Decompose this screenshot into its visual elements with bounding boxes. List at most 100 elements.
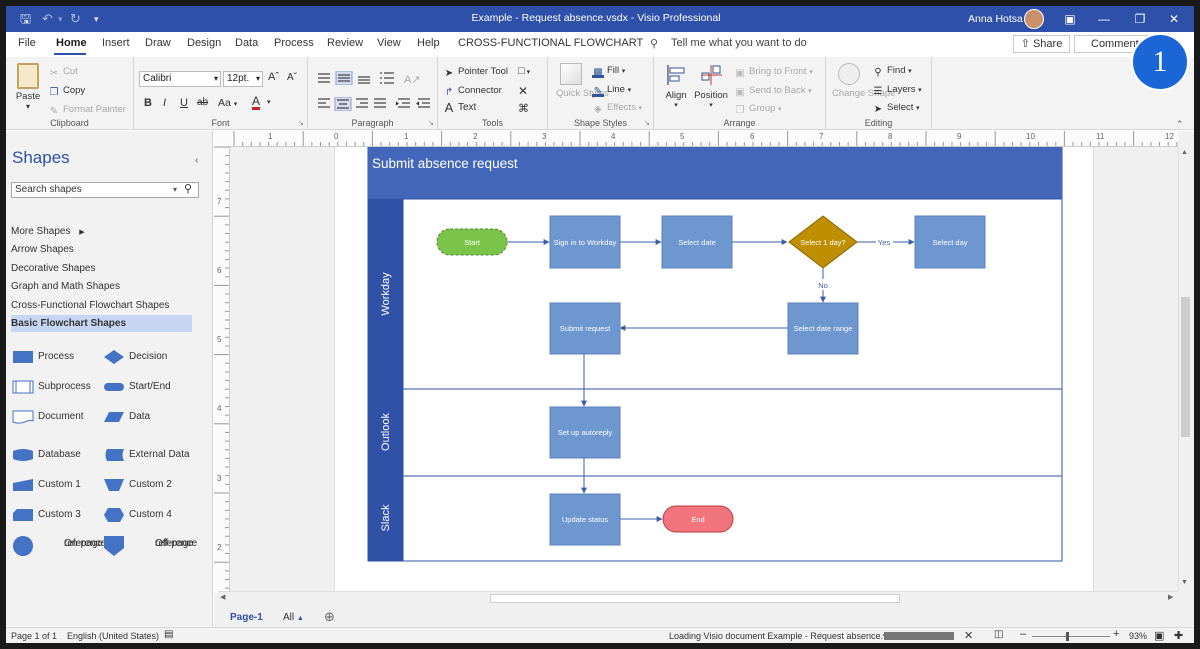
paste-button[interactable]: Paste ▾ (14, 63, 42, 117)
user-name[interactable]: Anna Hotsa (968, 13, 1023, 25)
group-button[interactable]: ❒ Group ▾ (734, 103, 782, 116)
avatar[interactable] (1024, 9, 1044, 29)
underline-button[interactable]: U (180, 97, 188, 109)
stencil-basic-flowchart-shapes[interactable]: Basic Flowchart Shapes (11, 315, 192, 332)
search-icon[interactable]: ⚲ (184, 182, 192, 196)
find-button[interactable]: ⚲ Find ▾ (872, 65, 911, 78)
tab-design[interactable]: Design (187, 37, 221, 49)
tab-file[interactable]: File (18, 37, 36, 49)
send-to-back-button[interactable]: ▣ Send to Back ▾ (734, 85, 811, 98)
select-button[interactable]: ➤ Select ▾ (872, 102, 920, 115)
vertical-scroll-thumb[interactable] (1181, 297, 1190, 437)
scroll-up-icon[interactable]: ▲ (1181, 149, 1188, 156)
quick-styles-button[interactable]: Quick Styles (556, 63, 609, 99)
tab-cross-functional-flowchart[interactable]: CROSS-FUNCTIONAL FLOWCHART (458, 37, 643, 49)
grow-font-icon[interactable]: Aˆ (268, 71, 279, 83)
bold-button[interactable]: B (144, 97, 152, 109)
alignment-icons-top[interactable]: A↗ (316, 71, 426, 85)
page-count[interactable]: Page 1 of 1 (11, 631, 57, 641)
text-tool-button[interactable]: A Text (443, 101, 477, 114)
ribbon-display-icon[interactable]: ▣ (1060, 9, 1080, 29)
scroll-right-icon[interactable]: ▶ (1168, 593, 1173, 601)
zoom-level[interactable]: 93% (1129, 631, 1147, 641)
dialog-launcher-icon[interactable]: ↘ (428, 119, 434, 127)
vertical-scrollbar[interactable]: ▲ ▼ (1178, 147, 1192, 591)
add-page-icon[interactable]: ⊕ (324, 609, 335, 625)
tab-view[interactable]: View (377, 37, 401, 49)
change-case-button[interactable]: Aa ▾ (218, 97, 237, 109)
pan-zoom-icon[interactable]: ✚ (1174, 629, 1183, 642)
change-shape-button[interactable]: Change Shape (832, 63, 895, 99)
strikethrough-button[interactable]: ab (197, 97, 208, 108)
pointer-tool-button[interactable]: ➤ Pointer Tool (443, 66, 508, 79)
fit-page-icon[interactable]: ▣ (1154, 629, 1164, 642)
scroll-down-icon[interactable]: ▼ (1181, 579, 1188, 586)
connector-button[interactable]: ↱ Connector (443, 85, 502, 98)
crop-tool-icon[interactable]: ⌘ (518, 102, 529, 115)
collapse-panel-icon[interactable]: ‹ (195, 155, 198, 166)
position-button[interactable]: Position ▾ (694, 63, 728, 109)
chevron-down-icon[interactable]: ▾ (267, 98, 271, 106)
zoom-in-icon[interactable]: + (1113, 628, 1119, 640)
dialog-launcher-icon[interactable]: ↘ (298, 119, 304, 127)
undo-icon[interactable]: ↶ (42, 11, 53, 27)
stencil-arrow-shapes[interactable]: Arrow Shapes (11, 241, 192, 258)
font-size-select[interactable]: 12pt. ▾ (223, 71, 263, 87)
font-family-select[interactable]: Calibri ▾ (139, 71, 221, 87)
stencil-cross-functional-shapes[interactable]: Cross-Functional Flowchart Shapes (11, 297, 192, 314)
line-button[interactable]: ✎ Line ▾ (592, 84, 631, 97)
layers-button[interactable]: ☰ Layers ▾ (872, 84, 922, 97)
cut-button[interactable]: ✂ Cut (48, 66, 78, 79)
bring-to-front-button[interactable]: ▣ Bring to Front ▾ (734, 66, 812, 79)
restore-icon[interactable]: ❐ (1130, 9, 1150, 29)
share-button[interactable]: ⇧ Share (1013, 35, 1070, 53)
tab-process[interactable]: Process (274, 37, 314, 49)
zoom-out-icon[interactable]: – (1020, 628, 1026, 640)
copy-button[interactable]: ❐ Copy (48, 85, 86, 98)
tab-draw[interactable]: Draw (145, 37, 171, 49)
tab-home[interactable]: Home (56, 37, 87, 49)
stencil-more-shapes[interactable]: More Shapes ▶ (11, 223, 192, 240)
presentation-mode-icon[interactable]: ◫ (994, 629, 1003, 640)
tab-review[interactable]: Review (327, 37, 363, 49)
select-day-label: Select day (932, 238, 967, 247)
zoom-slider-track[interactable] (1032, 636, 1110, 637)
zoom-slider-thumb[interactable] (1066, 632, 1069, 641)
macro-record-icon[interactable]: ▤ (164, 629, 173, 640)
effects-button[interactable]: ◈ Effects ▾ (592, 102, 642, 115)
tab-data[interactable]: Data (235, 37, 258, 49)
dialog-launcher-icon[interactable]: ↘ (644, 119, 650, 127)
minimize-icon[interactable]: — (1094, 9, 1114, 29)
fill-button[interactable]: ▩ Fill ▾ (592, 65, 625, 78)
cancel-load-icon[interactable]: ✕ (964, 629, 973, 642)
language[interactable]: English (United States) (67, 631, 159, 641)
close-icon[interactable]: ✕ (1164, 9, 1184, 29)
drawing-page[interactable]: Submit absence request Workday Outlook S… (334, 147, 1094, 591)
connection-point-icon[interactable]: ✕ (518, 84, 528, 98)
stencil-graph-math-shapes[interactable]: Graph and Math Shapes (11, 278, 192, 295)
stencil-decorative-shapes[interactable]: Decorative Shapes (11, 260, 192, 277)
alignment-icons-bottom[interactable] (316, 97, 434, 111)
align-button[interactable]: Align ▾ (662, 63, 690, 109)
all-pages-button[interactable]: All ▲ (283, 612, 304, 623)
page-tab[interactable]: Page-1 (230, 612, 263, 623)
search-shapes-input[interactable]: Search shapes ▾ ⚲ (11, 182, 199, 198)
redo-icon[interactable]: ↻ (70, 11, 81, 27)
scroll-left-icon[interactable]: ◀ (220, 593, 225, 601)
save-icon[interactable]: 🖫 (20, 11, 31, 27)
chevron-down-icon[interactable]: ▾ (173, 183, 177, 197)
shrink-font-icon[interactable]: Aˇ (287, 72, 297, 83)
horizontal-scrollbar[interactable]: ◀ ▶ (218, 591, 1178, 605)
undo-dropdown-icon[interactable]: ▾ (58, 11, 63, 27)
format-painter-button[interactable]: ✎ Format Painter (48, 104, 126, 117)
rectangle-tool-icon[interactable]: □ ▾ (518, 65, 530, 77)
collapse-ribbon-icon[interactable]: ⌃ (1176, 119, 1184, 130)
italic-button[interactable]: I (163, 97, 166, 109)
flowchart-diagram[interactable]: Submit absence request Workday Outlook S… (335, 147, 1095, 591)
horizontal-scroll-thumb[interactable] (490, 594, 900, 603)
font-color-button[interactable]: A (252, 95, 261, 110)
tell-me-input[interactable]: Tell me what you want to do (671, 37, 807, 49)
tab-help[interactable]: Help (417, 37, 440, 49)
tab-insert[interactable]: Insert (102, 37, 130, 49)
customize-icon[interactable]: ▾ (94, 11, 99, 27)
